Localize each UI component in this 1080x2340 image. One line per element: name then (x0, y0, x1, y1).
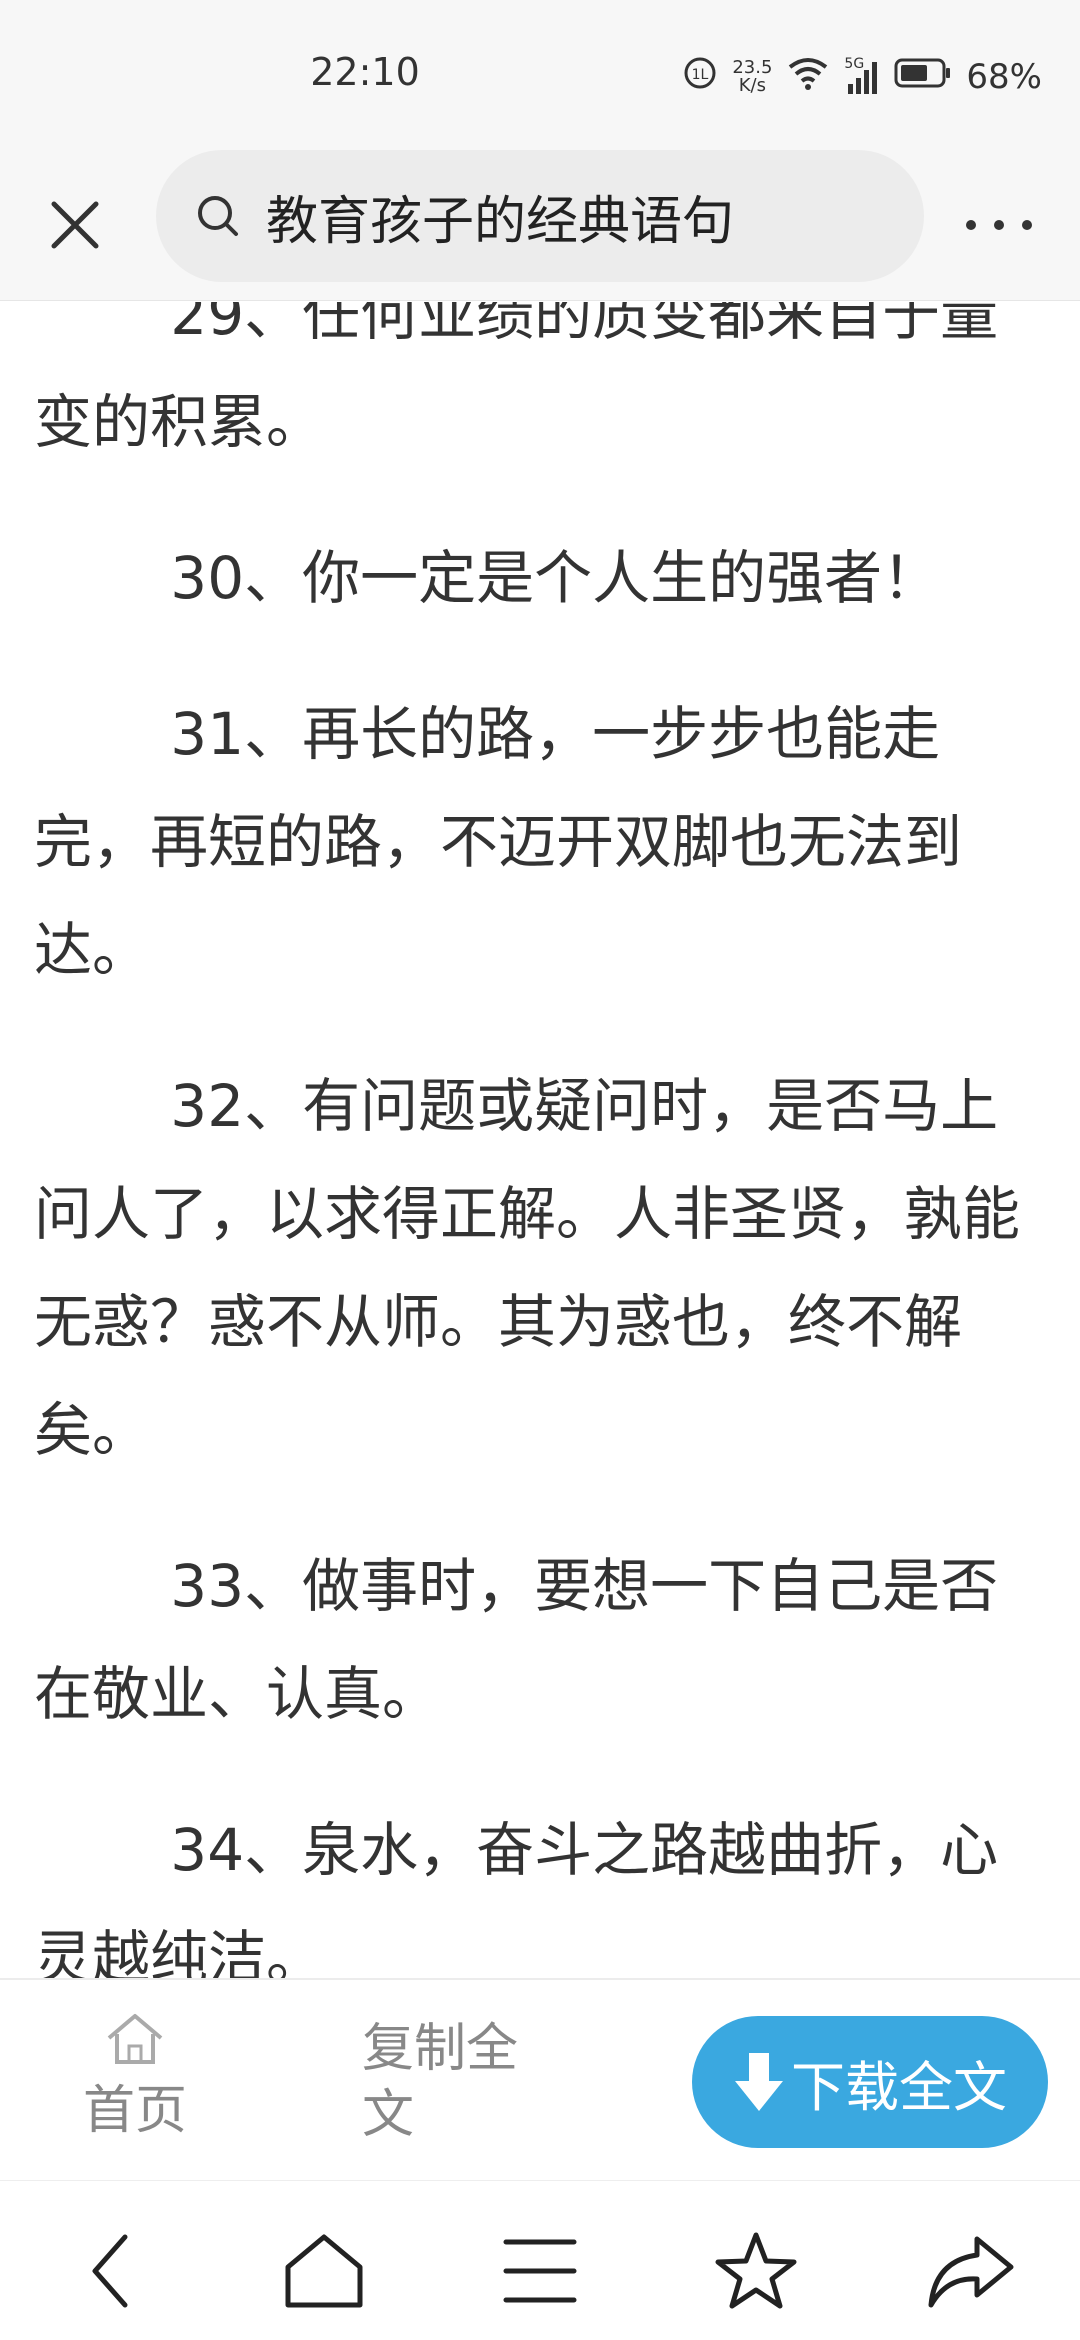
hd-voice-icon: 1L (682, 55, 718, 100)
home-page-label: 首页 (82, 2081, 187, 2141)
paragraph: 32、有问题或疑问时，是否马上问人了，以求得正解。人非圣贤，孰能无惑？惑不从师。… (34, 1072, 1021, 1464)
battery-icon (894, 57, 952, 98)
download-label: 下载全文 (791, 2055, 1007, 2119)
favorite-button[interactable] (706, 2221, 806, 2321)
search-header: 教育孩子的经典语句 (0, 150, 1080, 301)
download-icon (733, 2051, 785, 2113)
article-content: 29、任何业绩的质变都来自于量变的积累。 30、你一定是个人生的强者！ 31、再… (0, 302, 1080, 1978)
menu-button[interactable] (490, 2221, 590, 2321)
action-bar: 首页 复制全文 下载全文 (0, 1978, 1080, 2180)
signal-icon: 5G (844, 56, 880, 94)
search-query: 教育孩子的经典语句 (266, 191, 735, 252)
back-icon (92, 2234, 128, 2308)
status-time: 22:10 (310, 50, 420, 94)
paragraph: 29、任何业绩的质变都来自于量变的积累。 (34, 302, 999, 456)
back-button[interactable] (60, 2221, 160, 2321)
network-type: 5G (844, 56, 865, 72)
home-icon (285, 2234, 363, 2308)
svg-text:1L: 1L (692, 67, 709, 83)
net-speed-unit: K/s (738, 75, 766, 96)
search-icon (194, 192, 242, 240)
more-icon (966, 220, 1032, 230)
paragraph: 33、做事时，要想一下自己是否在敬业、认真。 (34, 1552, 999, 1728)
browser-nav-bar (0, 2180, 1080, 2340)
paragraph: 31、再长的路，一步步也能走完，再短的路，不迈开双脚也无法到达。 (34, 700, 963, 984)
status-bar: 22:10 1L 23.5 K/s 5G 68% (0, 0, 1080, 150)
star-icon (715, 2232, 797, 2309)
home-icon (107, 2014, 163, 2064)
menu-icon (503, 2239, 577, 2303)
close-button[interactable] (40, 190, 110, 260)
paragraph: 34、泉水，奋斗之路越曲折，心灵越纯洁。 (34, 1816, 999, 1978)
share-button[interactable] (920, 2221, 1020, 2321)
home-page-button[interactable]: 首页 (70, 2010, 200, 2150)
screen: 22:10 1L 23.5 K/s 5G 68% 教育孩子的经典语句 29、任何… (0, 0, 1080, 2340)
copy-full-text-button[interactable]: 复制全文 (362, 2016, 552, 2148)
share-icon (928, 2236, 1014, 2308)
home-nav-button[interactable] (274, 2221, 374, 2321)
wifi-icon (786, 55, 830, 100)
net-speed: 23.5 K/s (732, 59, 772, 95)
battery-percentage: 68% (966, 57, 1042, 97)
paragraph: 30、你一定是个人生的强者！ (170, 544, 941, 612)
article-text: 29、任何业绩的质变都来自于量变的积累。 30、你一定是个人生的强者！ 31、再… (34, 302, 1044, 1978)
close-icon (51, 201, 99, 249)
search-box[interactable]: 教育孩子的经典语句 (156, 150, 924, 282)
status-indicators: 1L 23.5 K/s 5G 68% (682, 52, 1042, 102)
more-button[interactable] (954, 190, 1044, 260)
download-full-text-button[interactable]: 下载全文 (692, 2016, 1048, 2148)
